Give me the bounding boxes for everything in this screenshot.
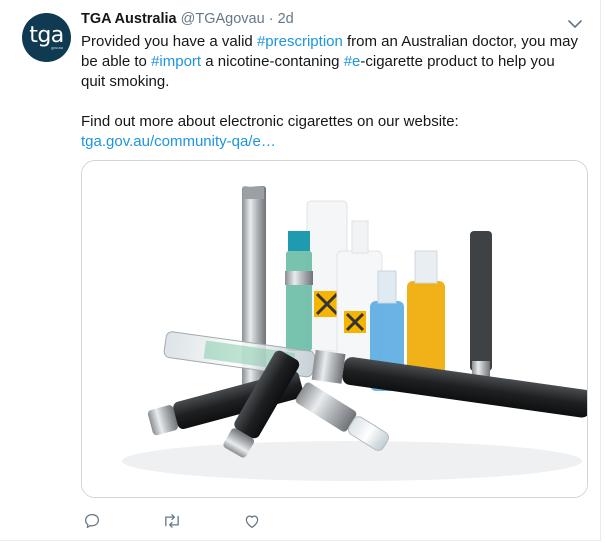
website-link[interactable]: tga.gov.au/community-qa/e…	[81, 133, 276, 150]
avatar-logo-subtext: gov.au	[51, 45, 63, 50]
avatar[interactable]: tga gov.au	[22, 13, 71, 62]
tweet-actions	[81, 510, 381, 532]
tweet-timestamp[interactable]: 2d	[278, 11, 294, 27]
tweet-media-image[interactable]	[81, 160, 588, 498]
text-segment: Provided you have a valid	[81, 33, 257, 50]
hashtag-import[interactable]: #import	[151, 53, 201, 70]
author-name[interactable]: TGA Australia	[81, 11, 177, 27]
avatar-logo-text: tga	[29, 22, 64, 48]
heart-icon[interactable]	[241, 510, 263, 532]
chevron-down-icon[interactable]	[568, 16, 582, 28]
tweet-paragraph-2: Find out more about electronic cigarette…	[81, 113, 459, 130]
tweet-text: Provided you have a valid #prescription …	[81, 32, 581, 152]
hashtag-e[interactable]: #e	[344, 53, 361, 70]
author-handle[interactable]: @TGAgovau	[181, 11, 265, 27]
text-segment: a nicotine-contaning	[201, 53, 344, 70]
e-cigarettes-photo	[82, 161, 587, 497]
retweet-icon[interactable]	[161, 510, 183, 532]
tweet-paragraph-1: Provided you have a valid #prescription …	[81, 32, 581, 92]
reply-icon[interactable]	[81, 510, 103, 532]
hashtag-prescription[interactable]: #prescription	[257, 33, 343, 50]
tweet-card[interactable]: tga gov.au TGA Australia @TGAgovau · 2d …	[0, 0, 601, 541]
tweet-header: TGA Australia @TGAgovau · 2d	[81, 11, 294, 27]
separator-dot: ·	[268, 11, 274, 27]
